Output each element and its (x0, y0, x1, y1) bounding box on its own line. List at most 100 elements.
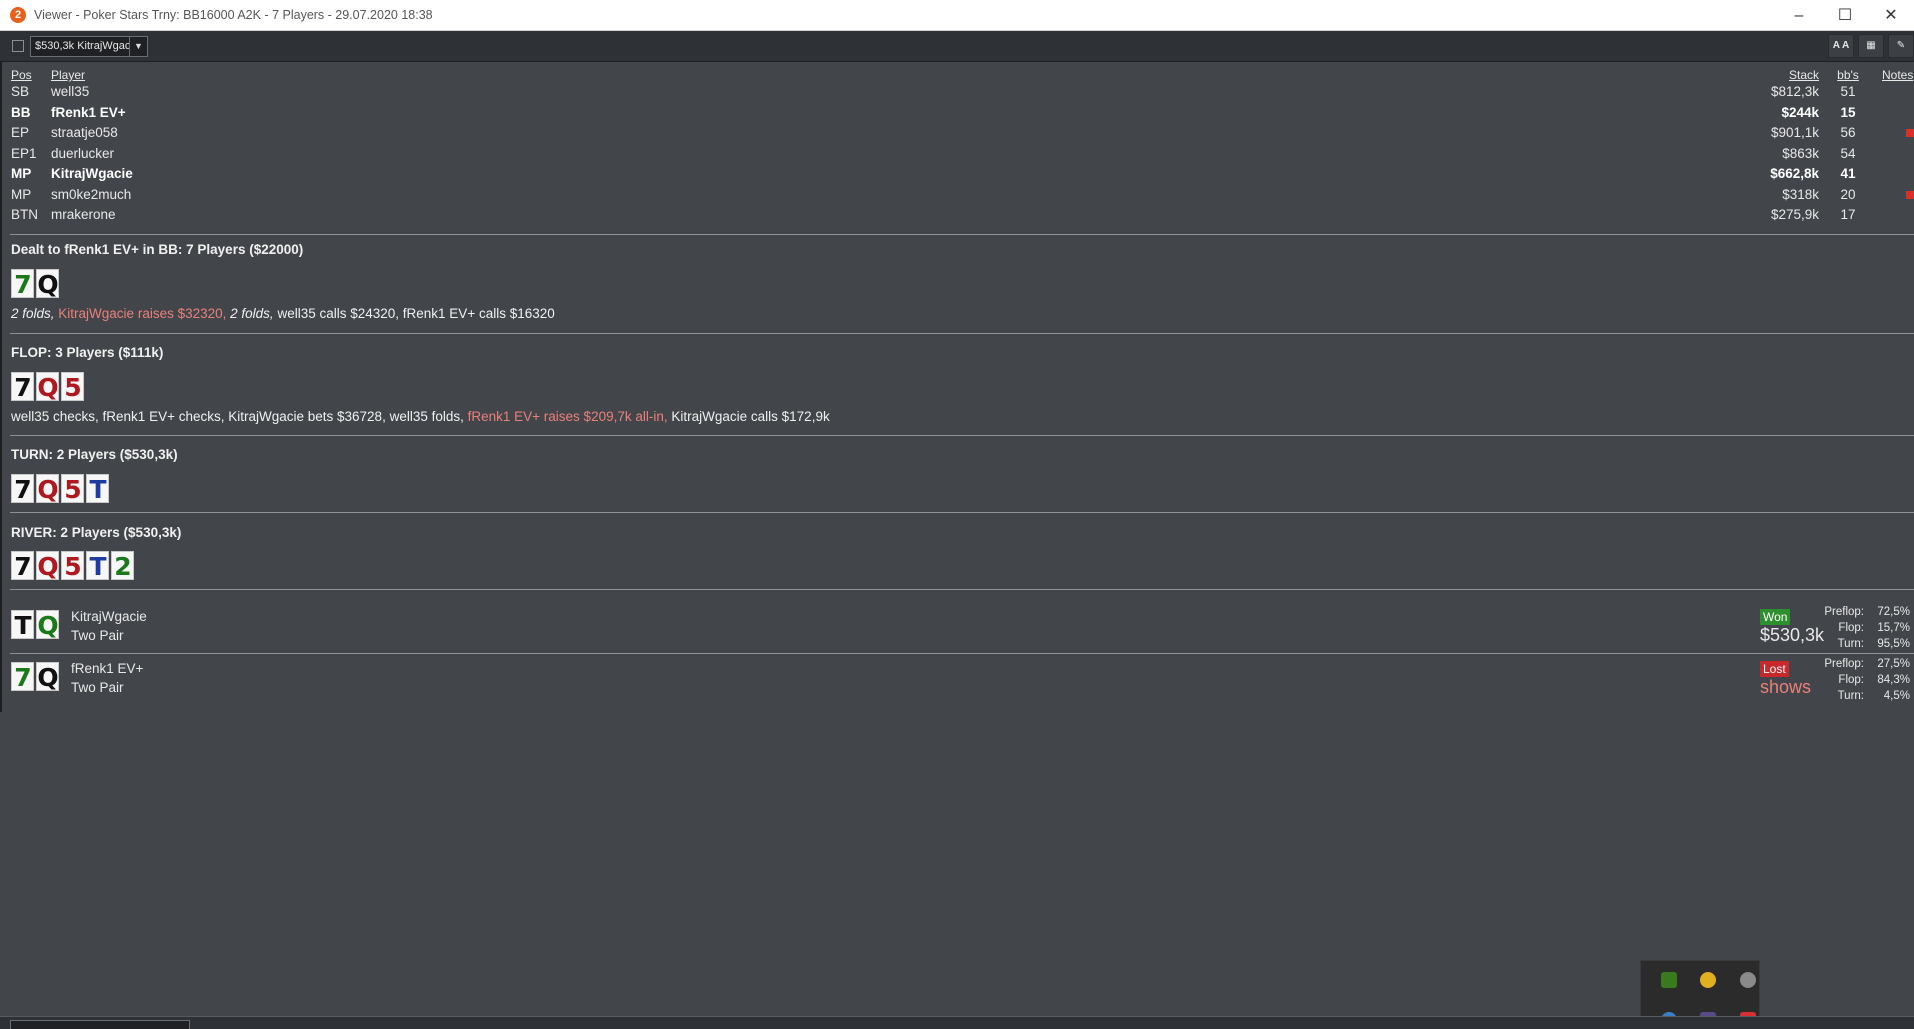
toolbar: $530,3k KitrajWgac ▼ A A ▦ ✎ (0, 31, 1914, 62)
playing-card: 7 (11, 662, 34, 692)
header-player[interactable]: Player (51, 68, 85, 82)
grid-icon[interactable]: ▦ (1858, 34, 1884, 58)
table-row[interactable]: MP KitrajWgacie $662,8k 41 (0, 164, 1914, 185)
header-bbs[interactable]: bb's (1828, 68, 1868, 82)
maximize-icon[interactable]: ☐ (1822, 0, 1868, 31)
divider (10, 653, 1914, 654)
equity-label: Flop: (1838, 674, 1864, 686)
playing-card: 7 (11, 372, 34, 402)
preflop-action: 2 folds, (11, 306, 55, 321)
playing-card: Q (36, 474, 59, 504)
player-bbs: 51 (1840, 84, 1856, 99)
playing-card: T (86, 551, 109, 581)
player-name[interactable]: sm0ke2much (51, 185, 131, 206)
playing-card: T (11, 610, 34, 640)
preflop-action: well35 calls $24320, fRenk1 EV+ calls $1… (277, 306, 555, 321)
equity-label: Turn: (1837, 638, 1864, 650)
player-position: BB (11, 104, 31, 120)
playing-card: Q (36, 662, 59, 692)
yellow-circle-icon[interactable] (1700, 972, 1716, 988)
equity-row: Turn: 95,5% (1810, 636, 1910, 652)
close-icon[interactable]: ✕ (1868, 0, 1914, 31)
chevron-down-icon[interactable]: ▼ (129, 36, 147, 56)
equity-table: Preflop: 27,5% Flop: 84,3% Turn: 4,5% (1810, 656, 1910, 704)
player-stack: $244k (1781, 104, 1819, 120)
player-name[interactable]: well35 (51, 82, 89, 103)
playing-card: Q (36, 610, 59, 640)
equity-row: Preflop: 72,5% (1810, 604, 1910, 620)
select-checkbox[interactable] (12, 40, 24, 52)
player-name[interactable]: straatje058 (51, 123, 118, 144)
player-bbs: 20 (1840, 186, 1856, 202)
river-title: RIVER: 2 Players ($530,3k) (11, 525, 182, 540)
bottom-input-field[interactable] (10, 1020, 190, 1029)
playing-card: Q (36, 269, 59, 299)
equity-value: 72,5% (1877, 606, 1910, 618)
s-circle-icon[interactable] (1740, 972, 1756, 988)
hand-selector-value: $530,3k KitrajWgac (35, 40, 129, 52)
hand-selector-dropdown[interactable]: $530,3k KitrajWgac ▼ (30, 35, 148, 57)
river-cards: 7Q5T2 (11, 551, 134, 581)
player-bbs: 54 (1840, 145, 1856, 161)
result-badge: Lost (1760, 661, 1789, 677)
player-stack: $275,9k (1770, 207, 1819, 222)
equity-row: Flop: 15,7% (1810, 620, 1910, 636)
equity-value: 4,5% (1883, 690, 1910, 702)
player-position: EP (11, 125, 30, 140)
showdown-cards: 7Q (11, 662, 59, 692)
playing-card: 7 (11, 269, 34, 299)
window-title: Viewer - Poker Stars Trny: BB16000 A2K -… (34, 8, 433, 22)
header-pos[interactable]: Pos (11, 68, 32, 82)
equity-row: Flop: 84,3% (1810, 672, 1910, 688)
flag-icon[interactable] (1906, 129, 1914, 137)
player-name[interactable]: KitrajWgacie (51, 164, 133, 185)
flop-title: FLOP: 3 Players ($111k) (11, 345, 164, 360)
playing-card: 5 (61, 372, 84, 402)
player-position: BTN (11, 207, 38, 222)
table-header: Pos Player Stack bb's Notes (0, 68, 1914, 82)
player-stack: $662,8k (1770, 166, 1819, 181)
equity-value: 95,5% (1877, 638, 1910, 650)
equity-row: Preflop: 27,5% (1810, 656, 1910, 672)
player-name[interactable]: duerlucker (51, 144, 114, 165)
player-bbs: 41 (1840, 166, 1856, 181)
flop-cards: 7Q5 (11, 372, 84, 402)
player-position: MP (11, 166, 32, 181)
divider (10, 512, 1914, 513)
playing-card: 2 (111, 551, 134, 581)
flop-action: KitrajWgacie calls $172,9k (671, 409, 830, 424)
player-position: MP (11, 186, 32, 202)
nvidia-icon[interactable] (1661, 972, 1677, 988)
showdown-result: T Q KitrajWgacie Two Pair Won $530,3k Preflop:… (0, 604, 1914, 654)
table-row[interactable]: SB well35 $812,3k 51 (0, 82, 1914, 103)
table-row[interactable]: BB fRenk1 EV+ $244k 15 (0, 103, 1914, 124)
table-row[interactable]: EP1 duerlucker $863k 54 (0, 144, 1914, 165)
result-badge: Won (1760, 609, 1791, 625)
player-bbs: 56 (1840, 125, 1856, 140)
player-stack: $863k (1782, 145, 1819, 161)
divider (10, 234, 1914, 235)
player-bbs: 15 (1840, 104, 1856, 120)
equity-value: 84,3% (1877, 674, 1910, 686)
equity-label: Preflop: (1824, 658, 1864, 670)
flag-icon[interactable] (1906, 190, 1914, 199)
player-name[interactable]: mrakerone (51, 205, 116, 226)
player-name[interactable]: fRenk1 EV+ (51, 103, 126, 124)
playing-card: 5 (61, 551, 84, 581)
playing-card: 7 (11, 474, 34, 504)
table-row[interactable]: BTN mrakerone $275,9k 17 (0, 205, 1914, 226)
table-row[interactable]: MP sm0ke2much $318k 20 (0, 185, 1914, 206)
font-size-button[interactable]: A A (1828, 34, 1854, 58)
header-stack[interactable]: Stack (1789, 68, 1819, 82)
pencil-icon[interactable]: ✎ (1888, 34, 1914, 58)
player-position: SB (11, 84, 30, 99)
flop-action-allin: fRenk1 EV+ raises $209,7k all-in, (467, 409, 668, 424)
minimize-icon[interactable]: – (1776, 0, 1822, 31)
showdown-hand: Two Pair (71, 628, 124, 643)
table-row[interactable]: EP straatje058 $901,1k 56 (0, 123, 1914, 144)
showdown-cards: TQ (11, 610, 59, 640)
preflop-cards: 7Q (11, 269, 59, 299)
preflop-title: Dealt to fRenk1 EV+ in BB: 7 Players ($2… (11, 242, 304, 257)
equity-table: Preflop: 72,5% Flop: 15,7% Turn: 95,5% (1810, 604, 1910, 652)
header-notes[interactable]: Notes (1882, 68, 1914, 82)
